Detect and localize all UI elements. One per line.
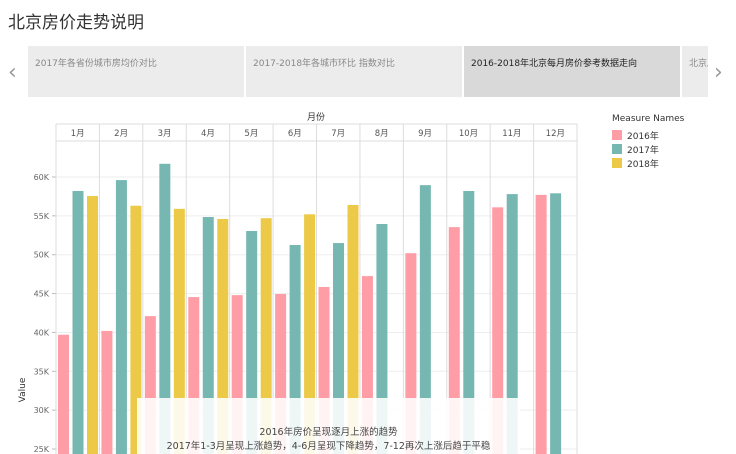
- month-header: 2月: [114, 129, 128, 139]
- x-axis-title: 月份: [307, 111, 325, 123]
- bar-2017年-2月: [115, 180, 127, 454]
- legend: Measure Names 2016年 2017年 2018年: [612, 114, 684, 170]
- legend-swatch: [612, 130, 622, 140]
- legend-label: 2016年: [627, 131, 659, 142]
- legend-item-2016[interactable]: 2016年: [612, 128, 684, 142]
- month-header: 10月: [459, 129, 478, 139]
- month-header: 4月: [201, 129, 215, 139]
- legend-item-2018[interactable]: 2018年: [612, 156, 684, 170]
- y-tick-label: 55K: [34, 212, 50, 221]
- legend-label: 2018年: [627, 159, 659, 170]
- month-header: 1月: [71, 129, 85, 139]
- bar-2018年-1月: [87, 196, 98, 454]
- month-header: 5月: [244, 129, 258, 139]
- month-header: 6月: [288, 129, 302, 139]
- y-tick-label: 30K: [34, 406, 50, 415]
- y-tick-label: 50K: [34, 251, 50, 260]
- annotation-box: 2016年房价呈现逐月上涨的趋势 2017年1-3月呈现上涨趋势，4-6月呈现下…: [137, 398, 520, 454]
- month-header: 3月: [158, 129, 172, 139]
- bar-2016年-12月: [535, 194, 547, 454]
- next-arrow-icon[interactable]: ›: [714, 60, 723, 85]
- y-tick-label: 25K: [34, 445, 50, 454]
- y-tick-label: 40K: [34, 328, 50, 337]
- month-header: 12月: [546, 129, 565, 139]
- legend-item-2017[interactable]: 2017年: [612, 142, 684, 156]
- month-header: 8月: [375, 129, 389, 139]
- y-axis-title: Value: [18, 377, 28, 402]
- legend-label: 2017年: [627, 145, 659, 156]
- annotation-line-1: 2016年房价呈现逐月上涨的趋势: [259, 427, 398, 438]
- legend-swatch: [612, 144, 622, 154]
- y-tick-label: 45K: [34, 290, 50, 299]
- bar-chart: 月份 Value 25K 30K 35K 40K 45K 50K 55K 60K 1月 2月 3月 4…: [18, 111, 578, 454]
- month-header: 7月: [331, 129, 345, 139]
- bar-2016年-2月: [101, 330, 113, 454]
- bar-2016年-1月: [58, 334, 69, 454]
- annotation-line-2: 2017年1-3月呈现上涨趋势，4-6月呈现下降趋势，7-12再次上涨后趋于平稳: [166, 441, 491, 452]
- y-tick-label: 35K: [34, 367, 50, 376]
- tab-beijing-more[interactable]: 北京房: [682, 46, 708, 97]
- bar-2017年-1月: [72, 190, 84, 454]
- month-header: 11月: [502, 129, 521, 139]
- month-header: 9月: [418, 129, 432, 139]
- legend-title: Measure Names: [612, 114, 685, 124]
- y-tick-label: 60K: [34, 173, 50, 182]
- legend-swatch: [612, 158, 622, 168]
- bar-2017年-12月: [550, 193, 562, 454]
